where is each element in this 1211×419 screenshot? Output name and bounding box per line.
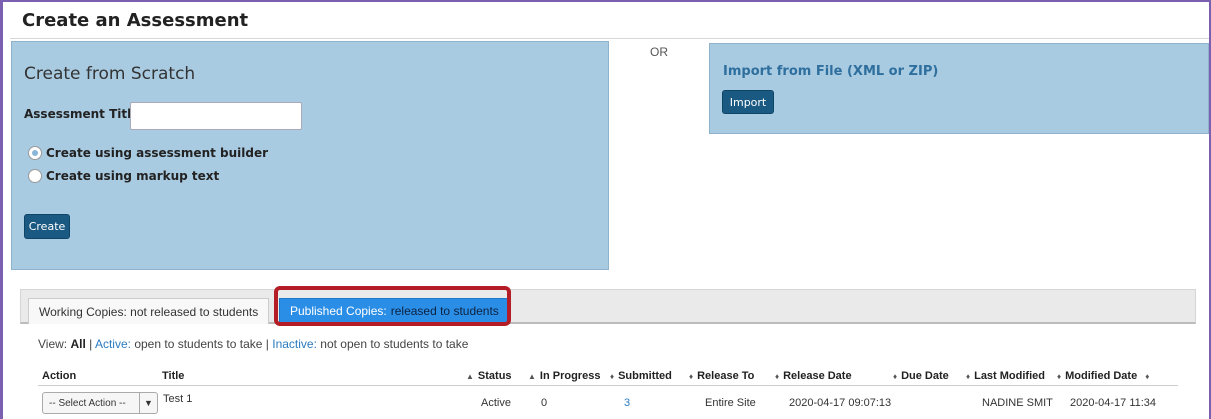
sort-both-icon: ♦ <box>893 372 898 381</box>
page-title: Create an Assessment <box>22 10 249 31</box>
col-header-release-date[interactable]: ♦ Release Date <box>775 370 852 382</box>
select-action-value: -- Select Action -- <box>49 397 126 409</box>
row-release-date: 2020-04-17 09:07:13 <box>789 397 892 409</box>
sort-both-icon: ♦ <box>610 372 615 381</box>
assessment-title-label: Assessment Title <box>24 107 140 121</box>
view-active-desc: open to students to take <box>134 337 263 351</box>
view-filter: View: All | Active: open to students to … <box>38 337 468 351</box>
sort-both-icon: ♦ <box>1145 372 1150 381</box>
row-title: Test 1 <box>163 393 193 405</box>
tab-working-suffix: not released to students <box>130 304 259 319</box>
row-last-modified: NADINE SMIT <box>982 397 1053 409</box>
col-header-title[interactable]: Title <box>162 370 184 382</box>
sort-asc-icon: ▲ <box>528 372 536 381</box>
row-submitted-link[interactable]: 3 <box>624 397 630 409</box>
col-header-in-progress-label: In Progress <box>539 370 601 382</box>
col-header-submitted[interactable]: ♦ Submitted <box>610 370 672 382</box>
radio-assessment-builder[interactable] <box>28 146 42 160</box>
option-markup-text[interactable]: Create using markup text <box>28 169 219 183</box>
view-inactive-link[interactable]: Inactive: <box>272 337 317 351</box>
option-markup-text-label: Create using markup text <box>46 169 220 183</box>
assessment-title-input[interactable] <box>130 102 302 130</box>
row-status: Active <box>481 397 511 409</box>
col-header-release-to-label: Release To <box>697 370 755 382</box>
col-header-release-date-label: Release Date <box>783 370 852 382</box>
table-header-divider <box>38 385 1178 386</box>
import-button[interactable]: Import <box>722 90 774 114</box>
tab-working-copies[interactable]: Working Copies: not released to students <box>28 298 270 324</box>
create-from-scratch-heading: Create from Scratch <box>24 64 196 84</box>
col-header-last-modified-label: Last Modified <box>974 370 1045 382</box>
row-modified-date: 2020-04-17 11:34 <box>1070 397 1157 409</box>
chevron-down-icon[interactable]: ▼ <box>139 393 157 413</box>
col-header-due-date[interactable]: ♦ Due Date <box>893 370 949 382</box>
sort-both-icon: ♦ <box>689 372 694 381</box>
view-separator-2: | <box>265 337 269 351</box>
col-header-last-modified[interactable]: ♦ Last Modified <box>966 370 1045 382</box>
view-all-link[interactable]: All <box>70 337 85 351</box>
import-heading: Import from File (XML or ZIP) <box>723 64 939 79</box>
view-inactive-desc: not open to students to take <box>320 337 469 351</box>
import-panel: Import from File (XML or ZIP) Import <box>709 43 1209 134</box>
col-header-due-date-label: Due Date <box>901 370 949 382</box>
published-tab-highlight <box>274 286 511 326</box>
tab-working-label: Working Copies: <box>39 304 127 319</box>
col-header-in-progress[interactable]: ▲ In Progress <box>528 370 600 382</box>
col-header-submitted-label: Submitted <box>618 370 672 382</box>
row-in-progress: 0 <box>541 397 548 409</box>
sort-both-icon: ♦ <box>1057 372 1062 381</box>
option-assessment-builder[interactable]: Create using assessment builder <box>28 146 268 160</box>
create-button[interactable]: Create <box>24 214 70 239</box>
select-action-dropdown[interactable]: -- Select Action -- ▼ <box>42 392 158 414</box>
window-frame-left <box>0 0 3 419</box>
col-header-modified-date[interactable]: ♦ Modified Date ♦ <box>1057 370 1153 382</box>
col-header-action: Action <box>42 370 77 382</box>
view-prefix: View: <box>38 337 68 351</box>
create-from-scratch-panel: Create from Scratch Assessment Title Cre… <box>11 41 609 270</box>
col-header-status-label: Status <box>477 370 512 382</box>
view-separator: | <box>89 337 93 351</box>
or-separator: OR <box>650 45 668 59</box>
radio-markup-text[interactable] <box>28 169 42 183</box>
option-assessment-builder-label: Create using assessment builder <box>46 146 269 160</box>
row-release-to: Entire Site <box>705 397 756 409</box>
sort-both-icon: ♦ <box>775 372 780 381</box>
view-active-link[interactable]: Active: <box>95 337 131 351</box>
copies-tabbar: Working Copies: not released to students… <box>20 289 1196 324</box>
col-header-release-to[interactable]: ♦ Release To <box>689 370 754 382</box>
col-header-modified-date-label: Modified Date <box>1065 370 1138 382</box>
title-divider <box>10 38 1209 39</box>
col-header-status[interactable]: ▲ Status <box>466 370 512 382</box>
sort-asc-icon: ▲ <box>466 372 474 381</box>
sort-both-icon: ♦ <box>966 372 971 381</box>
window-frame-top <box>0 0 1211 2</box>
